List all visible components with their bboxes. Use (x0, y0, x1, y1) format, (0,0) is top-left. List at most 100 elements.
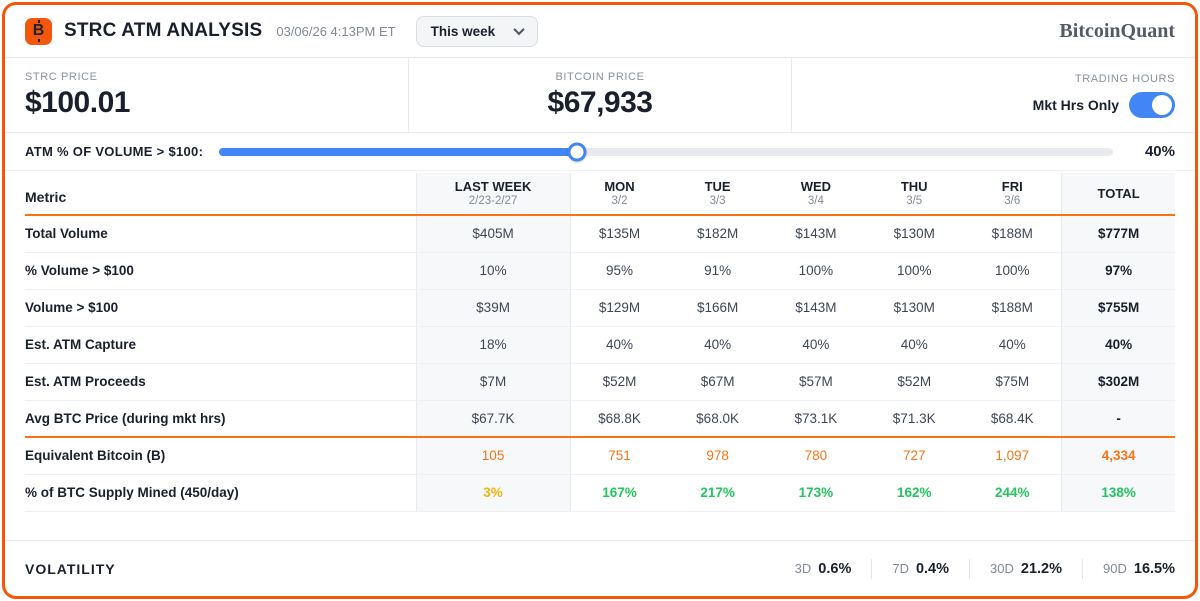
day-value: $130M (865, 215, 963, 252)
volatility-item: 90D16.5% (1082, 559, 1175, 579)
trading-hours-control: Mkt Hrs Only (1033, 92, 1175, 118)
volatility-item: 30D21.2% (969, 559, 1082, 579)
metric-label: Avg BTC Price (during mkt hrs) (25, 400, 416, 437)
day-value: 978 (668, 437, 766, 474)
day-value: $57M (767, 363, 865, 400)
last-week-value: 105 (416, 437, 570, 474)
table-row: Est. ATM Capture18%40%40%40%40%40%40% (25, 326, 1175, 363)
day-value: $68.8K (570, 400, 668, 437)
day-value: $52M (865, 363, 963, 400)
metric-label: Equivalent Bitcoin (B) (25, 437, 416, 474)
metric-label: Est. ATM Capture (25, 326, 416, 363)
last-week-value: $39M (416, 289, 570, 326)
metric-label: Volume > $100 (25, 289, 416, 326)
toggle-knob (1152, 95, 1172, 115)
column-date: 2/23-2/27 (423, 195, 564, 207)
metrics-table: MetricLAST WEEK2/23-2/27MON3/2TUE3/3WED3… (25, 173, 1175, 512)
total-value: 4,334 (1062, 437, 1175, 474)
day-value: 244% (963, 474, 1061, 511)
day-value: 780 (767, 437, 865, 474)
slider-knob[interactable] (567, 142, 586, 161)
strc-price-value: $100.01 (25, 86, 130, 119)
volatility-value: 0.6% (818, 561, 851, 577)
dashboard-card: B STRC ATM ANALYSIS 03/06/26 4:13PM ET T… (2, 2, 1198, 599)
period-dropdown[interactable]: This week (416, 16, 539, 47)
column-date: 3/6 (969, 195, 1055, 207)
slider-fill (219, 148, 577, 156)
table-row: Avg BTC Price (during mkt hrs)$67.7K$68.… (25, 400, 1175, 437)
day-value: 751 (570, 437, 668, 474)
volatility-period: 3D (795, 561, 812, 576)
column-header-last-week: LAST WEEK2/23-2/27 (416, 173, 570, 215)
day-value: 1,097 (963, 437, 1061, 474)
total-value: $777M (1062, 215, 1175, 252)
volatility-label: VOLATILITY (25, 561, 116, 577)
day-value: 217% (668, 474, 766, 511)
day-value: 173% (767, 474, 865, 511)
metric-label: Est. ATM Proceeds (25, 363, 416, 400)
column-header-mon: MON3/2 (570, 173, 668, 215)
last-week-value: $7M (416, 363, 570, 400)
day-value: $68.0K (668, 400, 766, 437)
table-row: Volume > $100$39M$129M$166M$143M$130M$18… (25, 289, 1175, 326)
volatility-value: 21.2% (1021, 561, 1062, 577)
day-value: 40% (865, 326, 963, 363)
volatility-value: 16.5% (1134, 561, 1175, 577)
mkt-hrs-toggle[interactable] (1129, 92, 1175, 118)
table-row: Equivalent Bitcoin (B)1057519787807271,0… (25, 437, 1175, 474)
day-value: 95% (570, 252, 668, 289)
day-value: $71.3K (865, 400, 963, 437)
price-strip: STRC PRICE $100.01 BITCOIN PRICE $67,933… (5, 58, 1195, 133)
metric-label: Total Volume (25, 215, 416, 252)
table-row: % of BTC Supply Mined (450/day)3%167%217… (25, 474, 1175, 511)
metric-label: % of BTC Supply Mined (450/day) (25, 474, 416, 511)
column-header-total: TOTAL (1062, 173, 1175, 215)
day-value: 100% (865, 252, 963, 289)
day-value: 40% (767, 326, 865, 363)
day-value: $143M (767, 215, 865, 252)
column-date: 3/2 (577, 195, 663, 207)
trading-hours-label: TRADING HOURS (1075, 73, 1175, 85)
total-value: - (1062, 400, 1175, 437)
bitcoin-price-value: $67,933 (548, 86, 653, 119)
atm-volume-slider-row: ATM % OF VOLUME > $100: 40% (5, 133, 1195, 171)
atm-volume-slider[interactable] (219, 148, 1113, 156)
day-value: $73.1K (767, 400, 865, 437)
day-value: $188M (963, 289, 1061, 326)
header: B STRC ATM ANALYSIS 03/06/26 4:13PM ET T… (5, 5, 1195, 58)
day-value: 91% (668, 252, 766, 289)
trading-hours-block: TRADING HOURS Mkt Hrs Only (792, 58, 1175, 132)
day-value: $182M (668, 215, 766, 252)
column-date: 3/4 (773, 195, 859, 207)
day-value: 40% (963, 326, 1061, 363)
day-value: 727 (865, 437, 963, 474)
strc-price-block: STRC PRICE $100.01 (25, 58, 409, 132)
table-header-row: MetricLAST WEEK2/23-2/27MON3/2TUE3/3WED3… (25, 173, 1175, 215)
day-value: 40% (570, 326, 668, 363)
volatility-footer: VOLATILITY 3D 0.6% 7D0.4%30D21.2%90D16.5% (5, 540, 1195, 596)
day-value: $135M (570, 215, 668, 252)
column-date: 3/3 (674, 195, 760, 207)
slider-label: ATM % OF VOLUME > $100: (25, 144, 203, 159)
volatility-item: 7D0.4% (871, 559, 969, 579)
day-value: $166M (668, 289, 766, 326)
volatility-period: 7D (892, 561, 909, 576)
column-header-fri: FRI3/6 (963, 173, 1061, 215)
table-body: Total Volume$405M$135M$182M$143M$130M$18… (25, 215, 1175, 511)
column-header-metric: Metric (25, 173, 416, 215)
day-value: $68.4K (963, 400, 1061, 437)
page-title: STRC ATM ANALYSIS (64, 20, 262, 42)
last-week-value: 10% (416, 252, 570, 289)
metric-label: % Volume > $100 (25, 252, 416, 289)
total-value: 97% (1062, 252, 1175, 289)
bitcoin-price-block: BITCOIN PRICE $67,933 (409, 58, 793, 132)
table-row: Est. ATM Proceeds$7M$52M$67M$57M$52M$75M… (25, 363, 1175, 400)
column-header-wed: WED3/4 (767, 173, 865, 215)
bitcoin-price-label: BITCOIN PRICE (555, 71, 644, 83)
day-value: $75M (963, 363, 1061, 400)
table-row: Total Volume$405M$135M$182M$143M$130M$18… (25, 215, 1175, 252)
brand-logo: BitcoinQuant (1059, 20, 1175, 43)
day-value: 100% (767, 252, 865, 289)
bitcoin-icon: B (25, 18, 52, 45)
day-value: $130M (865, 289, 963, 326)
